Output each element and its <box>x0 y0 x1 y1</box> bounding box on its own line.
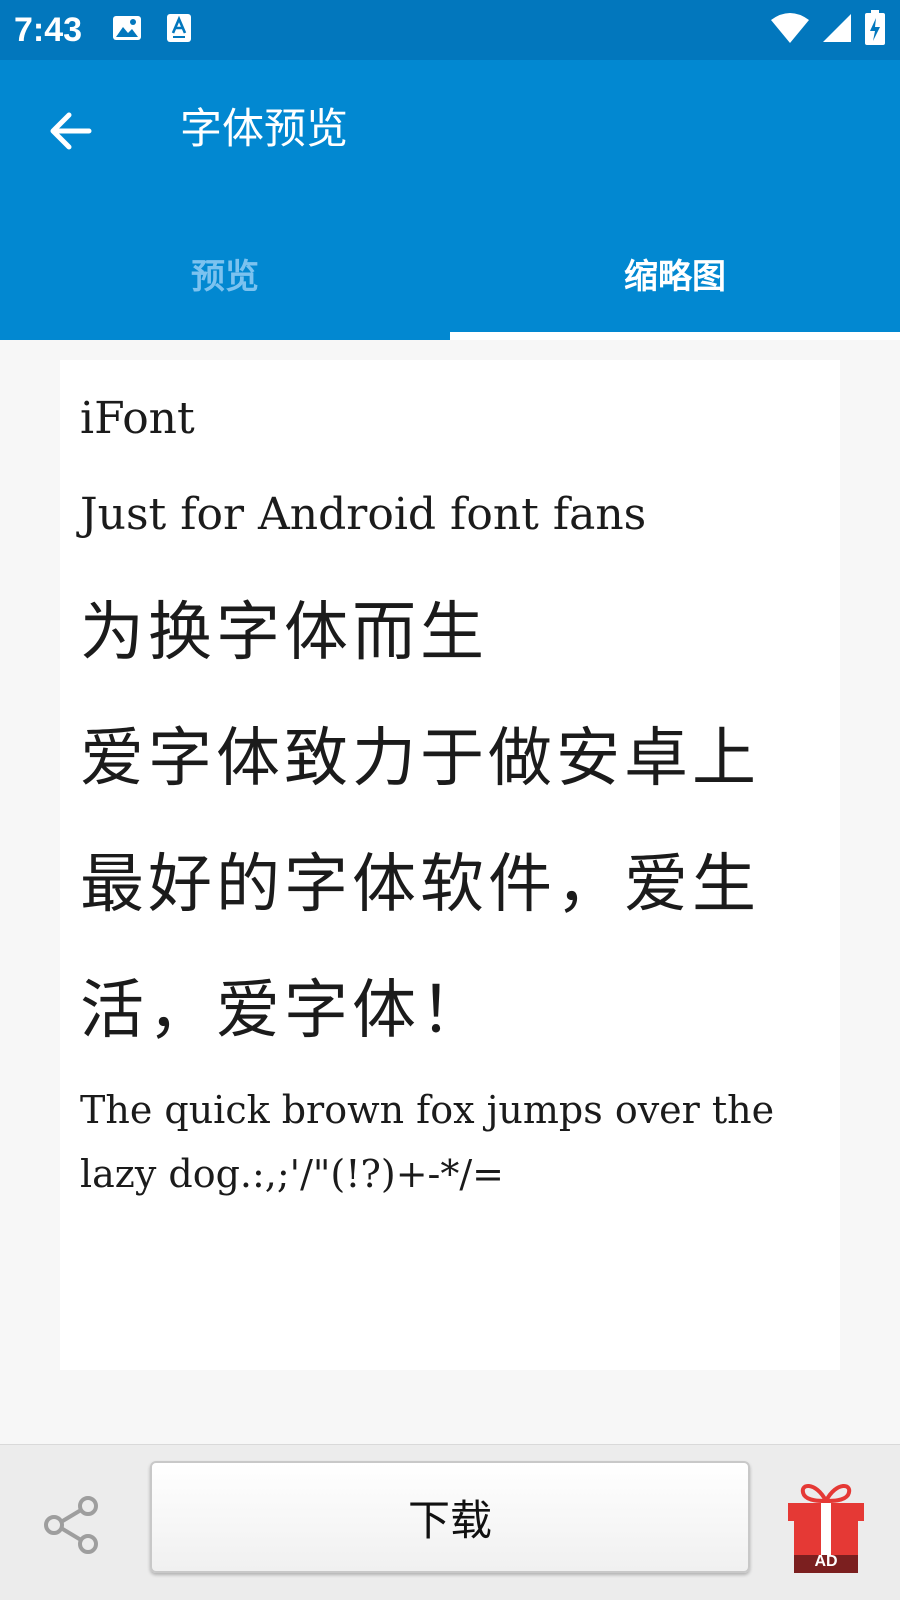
share-icon <box>44 1496 98 1554</box>
page-title: 字体预览 <box>180 104 349 153</box>
preview-line-chinese-4: 活，爱字体！ <box>80 974 488 1048</box>
wifi-icon <box>770 12 810 48</box>
status-right <box>770 10 886 50</box>
back-button[interactable] <box>42 102 100 160</box>
app-bar: 字体预览 <box>0 60 900 206</box>
image-icon <box>112 13 142 47</box>
ad-label: AD <box>814 1553 838 1570</box>
tab-thumbnail[interactable]: 缩略图 <box>450 206 900 340</box>
preview-line-chinese-2: 爱字体致力于做安卓上 <box>80 722 760 796</box>
font-a-icon <box>166 13 192 47</box>
font-preview-card: iFont Just for Android font fans 为换字体而生 … <box>60 360 840 1370</box>
cell-signal-icon <box>822 13 852 47</box>
tab-bar: 预览 缩略图 <box>0 206 900 340</box>
status-bar: 7:43 <box>0 0 900 60</box>
tab-indicator <box>450 332 900 340</box>
download-button[interactable]: 下载 <box>150 1461 750 1573</box>
preview-line-pangram-1: The quick brown fox jumps over the <box>80 1088 775 1132</box>
preview-line-tagline: Just for Android font fans <box>80 489 647 540</box>
tab-preview[interactable]: 预览 <box>0 206 450 340</box>
ad-gift-button[interactable]: AD <box>786 1477 866 1573</box>
status-notifications <box>112 13 192 47</box>
status-time: 7:43 <box>14 10 83 49</box>
preview-line-pangram-2: lazy dog.:,;'/"(!?)+-*/= <box>80 1152 505 1196</box>
preview-line-chinese-3: 最好的字体软件，爱生 <box>80 848 760 922</box>
bottom-bar: 下载 AD <box>0 1444 900 1600</box>
share-button[interactable] <box>40 1493 104 1557</box>
preview-line-brand: iFont <box>80 393 195 444</box>
arrow-left-icon <box>50 112 92 150</box>
battery-charging-icon <box>864 10 886 50</box>
preview-line-chinese-1: 为换字体而生 <box>80 596 488 670</box>
